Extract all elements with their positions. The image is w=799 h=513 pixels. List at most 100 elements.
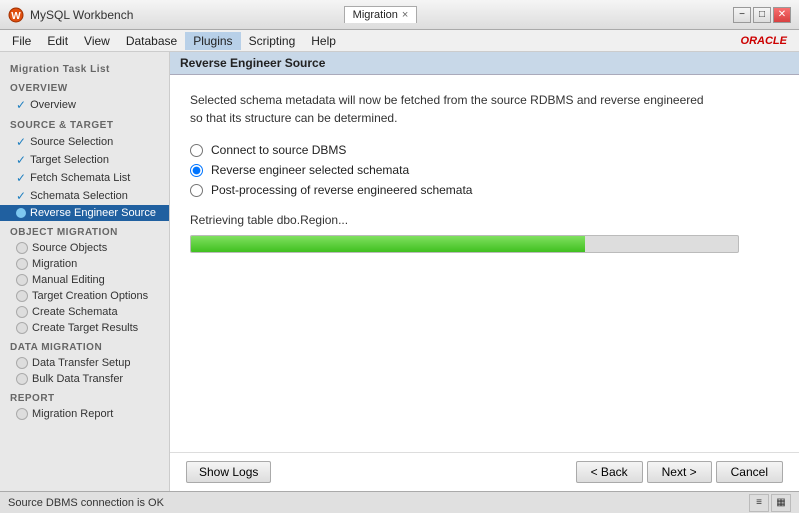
check-icon: ✓	[16, 153, 26, 167]
radio-post-processing-input[interactable]	[190, 184, 203, 197]
menu-scripting[interactable]: Scripting	[241, 32, 304, 50]
sidebar-item-source-selection[interactable]: ✓ Source Selection	[0, 133, 169, 151]
radio-post-processing-label: Post-processing of reverse engineered sc…	[211, 183, 472, 197]
minimize-button[interactable]: −	[733, 7, 751, 23]
status-text: Source DBMS connection is OK	[8, 497, 164, 509]
sidebar-item-label: Data Transfer Setup	[32, 357, 130, 369]
sidebar-item-schemata-selection[interactable]: ✓ Schemata Selection	[0, 187, 169, 205]
sidebar-item-label: Bulk Data Transfer	[32, 373, 123, 385]
menu-file[interactable]: File	[4, 32, 39, 50]
close-tab-icon[interactable]: ×	[402, 9, 408, 21]
status-text: Retrieving table dbo.Region...	[190, 213, 779, 227]
sidebar-item-target-creation-options[interactable]: Target Creation Options	[0, 288, 169, 304]
svg-text:W: W	[11, 11, 21, 22]
sidebar-item-migration-report[interactable]: Migration Report	[0, 406, 169, 422]
sidebar-item-migration[interactable]: Migration	[0, 256, 169, 272]
sidebar-item-source-objects[interactable]: Source Objects	[0, 240, 169, 256]
window-controls: − □ ✕	[733, 7, 791, 23]
sidebar-item-label: Overview	[30, 99, 76, 111]
sidebar-item-reverse-engineer[interactable]: Reverse Engineer Source	[0, 205, 169, 221]
section-data-migration: DATA MIGRATION	[0, 336, 169, 355]
sidebar-item-create-target-results[interactable]: Create Target Results	[0, 320, 169, 336]
sidebar-item-label: Fetch Schemata List	[30, 172, 130, 184]
sidebar: Migration Task List OVERVIEW ✓ Overview …	[0, 52, 170, 491]
migration-tab[interactable]: Migration ×	[344, 6, 418, 23]
menu-database[interactable]: Database	[118, 32, 185, 50]
sidebar-item-fetch-schemata[interactable]: ✓ Fetch Schemata List	[0, 169, 169, 187]
next-button[interactable]: Next >	[647, 461, 712, 483]
show-logs-button[interactable]: Show Logs	[186, 461, 271, 483]
circle-icon	[16, 306, 28, 318]
menu-edit[interactable]: Edit	[39, 32, 76, 50]
section-object-migration: OBJECT MIGRATION	[0, 221, 169, 240]
sidebar-title: Migration Task List	[0, 58, 169, 77]
sidebar-item-label: Create Schemata	[32, 306, 118, 318]
circle-icon	[16, 357, 28, 369]
menu-plugins[interactable]: Plugins	[185, 32, 240, 50]
sidebar-item-data-transfer-setup[interactable]: Data Transfer Setup	[0, 355, 169, 371]
circle-icon	[16, 274, 28, 286]
sidebar-item-bulk-data-transfer[interactable]: Bulk Data Transfer	[0, 371, 169, 387]
main-area: Migration Task List OVERVIEW ✓ Overview …	[0, 52, 799, 491]
content-footer: Show Logs < Back Next > Cancel	[170, 452, 799, 491]
close-button[interactable]: ✕	[773, 7, 791, 23]
sidebar-item-label: Source Selection	[30, 136, 113, 148]
sidebar-item-overview[interactable]: ✓ Overview	[0, 96, 169, 114]
circle-icon	[16, 373, 28, 385]
status-icons: ≡ ▦	[749, 494, 791, 512]
sidebar-item-label: Target Selection	[30, 154, 109, 166]
check-icon: ✓	[16, 171, 26, 185]
sidebar-item-manual-editing[interactable]: Manual Editing	[0, 272, 169, 288]
app-icon: W	[8, 7, 24, 23]
sidebar-item-label: Reverse Engineer Source	[30, 207, 156, 219]
sidebar-item-target-selection[interactable]: ✓ Target Selection	[0, 151, 169, 169]
status-icon-1: ≡	[749, 494, 769, 512]
sidebar-item-label: Migration Report	[32, 408, 113, 420]
content-description: Selected schema metadata will now be fet…	[190, 91, 779, 127]
check-icon: ✓	[16, 135, 26, 149]
radio-post-processing: Post-processing of reverse engineered sc…	[190, 183, 779, 197]
maximize-button[interactable]: □	[753, 7, 771, 23]
circle-icon	[16, 322, 28, 334]
title-bar: W MySQL Workbench Migration × − □ ✕	[0, 0, 799, 30]
circle-icon	[16, 290, 28, 302]
radio-reverse-engineer-label: Reverse engineer selected schemata	[211, 163, 409, 177]
radio-reverse-engineer: Reverse engineer selected schemata	[190, 163, 779, 177]
content-area: Reverse Engineer Source Selected schema …	[170, 52, 799, 491]
menu-bar: File Edit View Database Plugins Scriptin…	[0, 30, 799, 52]
nav-buttons: < Back Next > Cancel	[576, 461, 783, 483]
check-icon: ✓	[16, 189, 26, 203]
content-body: Selected schema metadata will now be fet…	[170, 75, 799, 452]
sidebar-item-label: Source Objects	[32, 242, 107, 254]
title-text: MySQL Workbench	[30, 8, 344, 22]
menu-help[interactable]: Help	[303, 32, 344, 50]
progress-bar-container	[190, 235, 739, 253]
sidebar-item-label: Migration	[32, 258, 77, 270]
sidebar-item-create-schemata[interactable]: Create Schemata	[0, 304, 169, 320]
radio-reverse-engineer-input[interactable]	[190, 164, 203, 177]
radio-connect-source-label: Connect to source DBMS	[211, 143, 346, 157]
sidebar-item-label: Create Target Results	[32, 322, 138, 334]
sidebar-item-label: Manual Editing	[32, 274, 105, 286]
progress-bar-fill	[191, 236, 585, 252]
menu-view[interactable]: View	[76, 32, 118, 50]
status-bar: Source DBMS connection is OK ≡ ▦	[0, 491, 799, 513]
oracle-logo: ORACLE	[741, 35, 795, 47]
active-dot-icon	[16, 208, 26, 218]
check-icon: ✓	[16, 98, 26, 112]
radio-group: Connect to source DBMS Reverse engineer …	[190, 143, 779, 197]
cancel-button[interactable]: Cancel	[716, 461, 783, 483]
content-header: Reverse Engineer Source	[170, 52, 799, 75]
back-button[interactable]: < Back	[576, 461, 643, 483]
sidebar-item-label: Schemata Selection	[30, 190, 128, 202]
radio-connect-source-input[interactable]	[190, 144, 203, 157]
circle-icon	[16, 242, 28, 254]
sidebar-item-label: Target Creation Options	[32, 290, 148, 302]
section-source-target: SOURCE & TARGET	[0, 114, 169, 133]
section-overview: OVERVIEW	[0, 77, 169, 96]
status-icon-2: ▦	[771, 494, 791, 512]
section-report: REPORT	[0, 387, 169, 406]
circle-icon	[16, 408, 28, 420]
circle-icon	[16, 258, 28, 270]
radio-connect-source: Connect to source DBMS	[190, 143, 779, 157]
